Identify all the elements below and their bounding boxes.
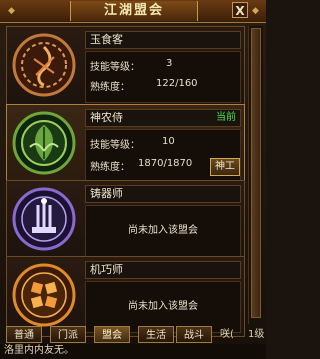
skill-exp-value: 1870/1870 (138, 158, 193, 169)
craft-button[interactable]: 神工 (210, 158, 240, 176)
title-bar[interactable]: ◆ ? 江湖盟会 X ◆ (0, 0, 266, 23)
chat-message: 洛里内内友无。 (0, 344, 266, 359)
skill-exp-row: 熟练度： 1870/1870 (90, 158, 192, 173)
skill-card-mechanic[interactable]: 机巧师 尚未加入该盟会 (6, 256, 245, 337)
tab-life[interactable]: 生活 (138, 326, 174, 343)
skill-level-row: 技能等级： 10 (90, 136, 175, 151)
skill-name: 神农侍 (90, 111, 123, 124)
ornament-icon: ◆ (8, 6, 15, 16)
skill-stats: 技能等级： 3 熟练度： 122/160 (85, 51, 241, 103)
scrollbar-thumb[interactable] (251, 28, 261, 318)
skill-card-chef[interactable]: 玉食客 技能等级： 3 熟练度： 122/160 (6, 26, 245, 107)
tab-battle[interactable]: 战斗 (176, 326, 212, 343)
skill-name-row: 机巧师 (85, 261, 241, 279)
skill-exp-label: 熟练度： (90, 82, 130, 93)
window-title: 江湖盟会 (70, 1, 198, 21)
skill-exp-row: 熟练度： 122/160 (90, 78, 198, 93)
skill-level-label: 技能等级： (90, 62, 140, 73)
chat-tabs: 普通 门派 盟会 生活 战斗 咲( 1级 (0, 326, 266, 344)
not-joined-text: 尚未加入该盟会 (128, 301, 198, 312)
tab-extra-text: 咲( (220, 329, 234, 340)
skill-name-row: 神农侍 当前 (85, 109, 241, 127)
skill-card-forger[interactable]: 铸器师 尚未加入该盟会 (6, 180, 245, 261)
skill-level-label: 技能等级： (90, 140, 140, 151)
skill-name-row: 铸器师 (85, 185, 241, 203)
herbal-leaf-emblem-icon (12, 111, 76, 175)
food-chef-emblem-icon (12, 33, 76, 97)
forging-tools-emblem-icon (12, 187, 76, 251)
skill-name: 铸器师 (90, 187, 123, 200)
tab-normal[interactable]: 普通 (6, 326, 42, 343)
skill-exp-value: 122/160 (156, 78, 198, 89)
ornament-icon: ◆ (252, 6, 259, 16)
skill-name-row: 玉食客 (85, 31, 241, 49)
mechanism-gear-emblem-icon (12, 263, 76, 327)
skill-card-herbalist[interactable]: 神农侍 当前 技能等级： 10 熟练度： 1870/1870 神工 (6, 104, 245, 185)
skill-exp-label: 熟练度： (90, 162, 130, 173)
skill-stats: 技能等级： 10 熟练度： 1870/1870 神工 (85, 129, 241, 181)
skill-stats: 尚未加入该盟会 (85, 205, 241, 257)
tab-sect[interactable]: 门派 (50, 326, 86, 343)
close-button[interactable]: X (232, 2, 248, 18)
tab-level-text: 1级 (248, 329, 265, 340)
current-status-badge: 当前 (216, 112, 236, 123)
skill-level-value: 3 (166, 58, 173, 69)
guild-panel: ◆ ? 江湖盟会 X ◆ 玉食客 技能等级： 3 熟练度： 122/160 (0, 0, 266, 359)
skill-level-row: 技能等级： 3 (90, 58, 172, 73)
scrollbar[interactable] (248, 26, 263, 324)
not-joined-text: 尚未加入该盟会 (128, 225, 198, 236)
skill-name: 机巧师 (90, 263, 123, 276)
skill-name: 玉食客 (90, 33, 123, 46)
skill-level-value: 10 (162, 136, 175, 147)
tab-guild[interactable]: 盟会 (94, 326, 130, 343)
